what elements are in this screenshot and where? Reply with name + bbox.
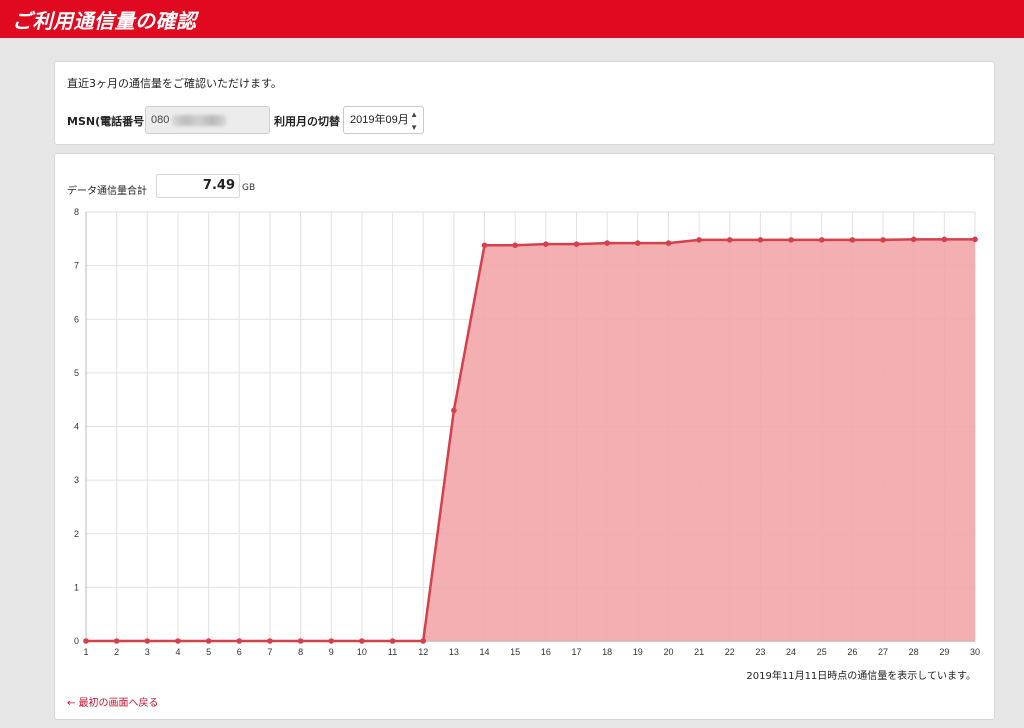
y-tick-label: 1: [74, 582, 79, 592]
data-point: [267, 638, 273, 644]
data-point: [451, 407, 457, 414]
month-switch-label: 利用月の切替: [274, 115, 340, 128]
data-point: [880, 237, 886, 243]
x-tick-label: 22: [725, 647, 735, 657]
data-point: [573, 241, 580, 247]
y-axis-labels: 0 1 2 3 4 5 6 7 8: [74, 207, 79, 646]
msn-value: 080: [151, 114, 170, 126]
month-select[interactable]: 2019年09月 ▲ ▼: [343, 106, 424, 134]
x-tick-label: 8: [298, 647, 303, 657]
data-point: [910, 236, 917, 243]
x-tick-label: 12: [418, 647, 428, 657]
x-tick-label: 7: [267, 647, 272, 657]
y-tick-label: 5: [74, 368, 79, 378]
x-axis-labels: 1 2 3 4 5 6 7 8 9 10 11 12 13 14 15 16 17 18 19 20 21 22 23 24 2…: [83, 647, 980, 657]
data-point: [941, 236, 948, 243]
y-tick-label: 0: [74, 636, 79, 646]
x-tick-label: 17: [571, 647, 581, 657]
month-select-value: 2019年09月: [350, 114, 409, 126]
x-tick-label: 3: [145, 647, 150, 657]
x-tick-label: 16: [541, 647, 551, 657]
data-point: [175, 638, 181, 644]
data-point: [512, 242, 518, 249]
data-point: [236, 638, 243, 644]
msn-redaction: [172, 115, 226, 126]
x-tick-label: 25: [817, 647, 827, 657]
data-point: [634, 240, 641, 246]
y-tick-label: 3: [74, 475, 79, 485]
x-tick-label: 9: [329, 647, 334, 657]
data-point: [420, 638, 427, 644]
page-title: ご利用通信量の確認: [12, 9, 197, 33]
data-point: [788, 237, 794, 243]
y-tick-label: 6: [74, 314, 79, 324]
msn-field: 080: [145, 106, 270, 134]
data-point: [83, 638, 89, 644]
data-point: [297, 638, 304, 644]
data-point: [205, 638, 212, 644]
usage-area: [86, 239, 975, 641]
x-tick-label: 5: [206, 647, 211, 657]
data-point: [726, 237, 733, 243]
line-selection-panel: 直近3ヶ月の通信量をご確認いただけます。 MSN(電話番号) 080 利用月の切…: [54, 61, 995, 145]
data-point: [481, 242, 488, 249]
x-tick-label: 26: [847, 647, 857, 657]
data-point: [359, 638, 365, 644]
data-point: [757, 237, 764, 243]
y-tick-label: 2: [74, 529, 79, 539]
x-tick-label: 28: [909, 647, 919, 657]
data-point: [604, 240, 610, 246]
y-tick-label: 7: [74, 261, 79, 271]
x-tick-label: 30: [970, 647, 980, 657]
data-point: [849, 237, 856, 243]
x-tick-label: 20: [663, 647, 673, 657]
x-tick-label: 1: [83, 647, 88, 657]
x-tick-label: 10: [357, 647, 367, 657]
data-point: [972, 236, 978, 243]
usage-note: 2019年11月11日時点の通信量を表示しています。: [746, 671, 976, 682]
x-tick-label: 4: [175, 647, 180, 657]
usage-panel: データ通信量合計 7.49 GB 1 2 3 4 5 6 7 8 9 10 11 12 13 14 15 16…: [54, 153, 995, 720]
x-tick-label: 11: [388, 647, 397, 657]
data-point: [144, 638, 151, 644]
x-tick-label: 21: [694, 647, 704, 657]
data-point: [389, 638, 396, 644]
x-tick-label: 2: [114, 647, 119, 657]
data-point: [328, 638, 335, 644]
msn-label: MSN(電話番号): [67, 115, 150, 128]
x-tick-label: 23: [755, 647, 765, 657]
data-point: [543, 241, 549, 247]
x-tick-label: 29: [939, 647, 949, 657]
x-tick-label: 24: [786, 647, 796, 657]
y-tick-label: 4: [74, 422, 79, 432]
data-point: [665, 240, 672, 246]
data-point: [696, 237, 702, 243]
page-header: ご利用通信量の確認: [0, 0, 1024, 38]
y-tick-label: 8: [74, 207, 79, 217]
back-to-start-link[interactable]: ← 最初の画面へ戻る: [67, 694, 159, 709]
x-tick-label: 13: [449, 647, 459, 657]
x-tick-label: 6: [237, 647, 242, 657]
x-tick-label: 14: [480, 647, 490, 657]
x-tick-label: 27: [878, 647, 888, 657]
x-tick-label: 18: [602, 647, 612, 657]
usage-chart: 1 2 3 4 5 6 7 8 9 10 11 12 13 14 15 16 17 18 19 20 21 22 23 24 2…: [74, 207, 980, 657]
x-tick-label: 15: [510, 647, 520, 657]
x-tick-label: 19: [633, 647, 643, 657]
intro-text: 直近3ヶ月の通信量をご確認いただけます。: [67, 77, 282, 90]
data-point: [818, 237, 825, 243]
data-point: [113, 638, 120, 644]
select-arrows-icon: ▲ ▼: [410, 110, 418, 132]
